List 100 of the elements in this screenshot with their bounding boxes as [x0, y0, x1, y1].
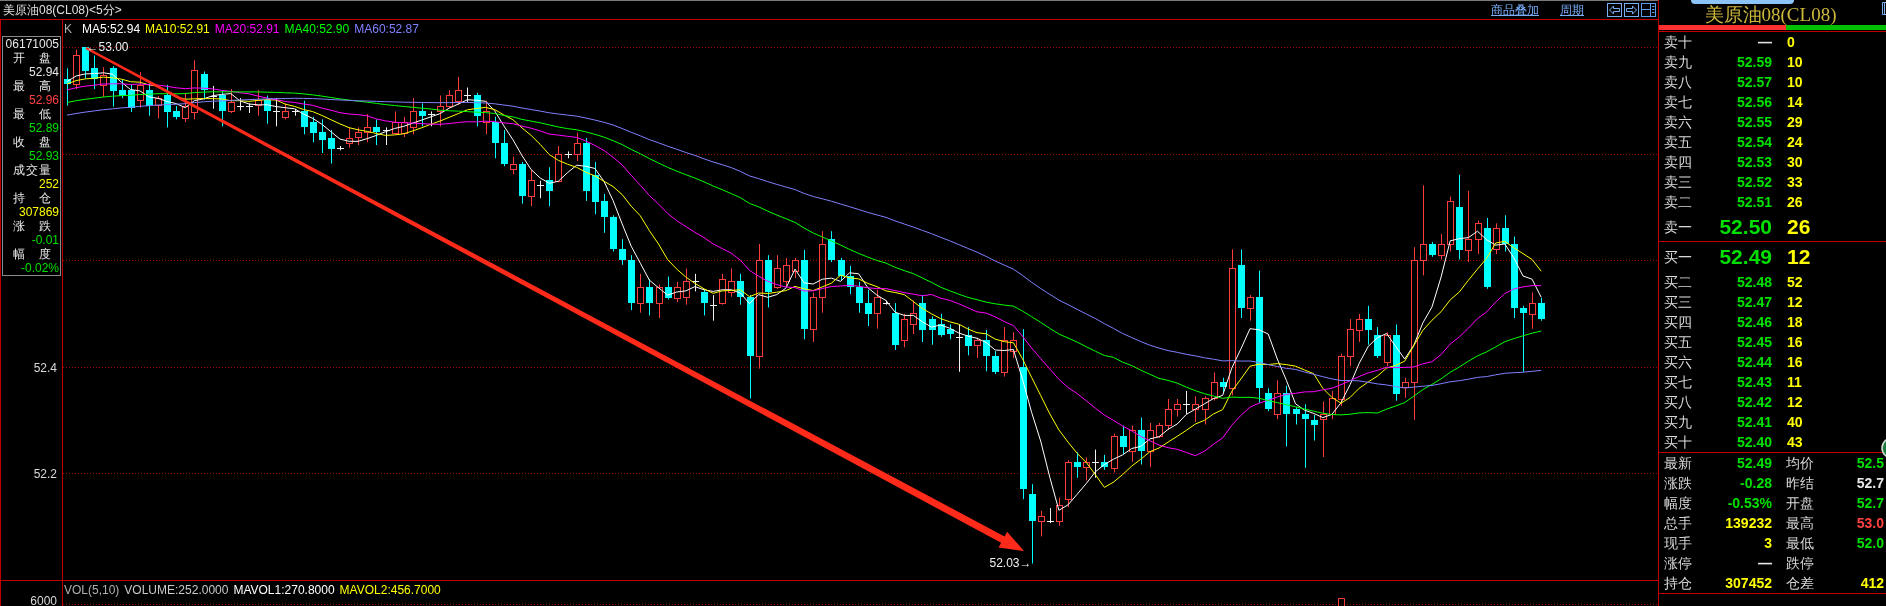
doji-candle	[1091, 449, 1100, 479]
doji-candle	[691, 273, 700, 292]
info-value: 307869	[18, 205, 59, 219]
quote-field-label: 跌停	[1786, 555, 1814, 571]
bid-price: 52.45	[1736, 334, 1772, 350]
quote-field-label: 最新	[1664, 455, 1692, 471]
ask-volume: 10	[1787, 74, 1803, 90]
axis-label: 6000	[30, 594, 57, 606]
volume-bar	[1338, 598, 1345, 606]
quote-field-label: 仓差	[1786, 575, 1814, 591]
doji-candle	[882, 300, 891, 306]
quote-title: 美原油08(CL08)	[1704, 5, 1837, 25]
doji-candle	[564, 150, 573, 159]
ask-price: 52.53	[1736, 154, 1772, 170]
bid-label: 买二	[1664, 274, 1692, 290]
quote-field-label: 持仓	[1664, 575, 1692, 591]
bid-label: 买四	[1664, 314, 1692, 330]
bid-volume: 11	[1787, 374, 1802, 390]
bid-volume: 16	[1787, 334, 1803, 350]
bid-label: 买七	[1664, 374, 1692, 390]
bid-label: 买九	[1664, 414, 1692, 430]
info-label: 最 低	[13, 107, 51, 121]
ask-volume: 33	[1787, 174, 1803, 190]
quote-field-label: 均价	[1786, 455, 1814, 471]
ask-price: —	[1758, 34, 1772, 50]
quote-field-value: 53.0	[1856, 515, 1884, 531]
bid-volume: 18	[1787, 314, 1803, 330]
ask-volume: 0	[1787, 34, 1795, 50]
ask-volume: 24	[1787, 134, 1803, 150]
bid-price: 52.42	[1736, 394, 1772, 410]
info-value: 52.94	[28, 65, 59, 79]
bid-label: 买十	[1664, 434, 1692, 450]
quote-field-label: 最高	[1786, 515, 1814, 531]
bid-price: 52.46	[1736, 314, 1772, 330]
right-arrow-icon[interactable]	[1624, 3, 1639, 17]
axis-label: 52.2	[33, 466, 57, 481]
info-value: 252	[38, 177, 59, 191]
ask-price: 52.59	[1736, 54, 1772, 70]
toolbar-link[interactable]: 商品叠加	[1491, 2, 1539, 18]
volume-indicator-label: VOL(5,10)	[64, 583, 120, 597]
info-label: 成交量	[13, 163, 51, 177]
bid-volume: 52	[1787, 274, 1803, 290]
ask-volume: 26	[1787, 194, 1803, 210]
quote-field-label: 开盘	[1786, 495, 1814, 511]
bid-label: 买八	[1664, 394, 1692, 410]
quote-field-label: 涨跌	[1664, 475, 1692, 491]
split-view-icon[interactable]	[1641, 3, 1656, 17]
ask-label: 卖九	[1664, 54, 1692, 70]
doji-candle	[209, 85, 218, 110]
ask-price: 52.57	[1736, 74, 1772, 90]
axis-label: 52.4	[33, 360, 57, 375]
quote-field-value: -0.53%	[1727, 495, 1772, 511]
tab-handle[interactable]	[1691, 0, 1794, 4]
quote-field-value: 139232	[1725, 515, 1772, 531]
doji-candle	[955, 323, 964, 373]
quote-field-value: —	[1758, 555, 1772, 571]
bar-time: 06171005	[5, 37, 59, 51]
quote-field-value: 52.5	[1856, 455, 1884, 471]
ask-price: 52.50	[1719, 214, 1772, 239]
bid-volume: 40	[1787, 414, 1803, 430]
ask-label: 卖五	[1664, 134, 1692, 150]
info-value: 52.89	[28, 121, 59, 135]
panel-icon[interactable]	[1882, 2, 1886, 15]
bid-price: 52.43	[1736, 374, 1772, 390]
indicator-label: MA60:52.87	[354, 22, 419, 36]
doji-candle	[1182, 390, 1191, 415]
quote-field-label: 现手	[1664, 535, 1692, 551]
doji-candle	[1046, 507, 1055, 524]
volume-indicator-label: MAVOL1:270.8000	[233, 583, 335, 597]
bid-volume: 16	[1787, 354, 1803, 370]
chart-type-label: K	[64, 22, 72, 36]
bid-volume: 12	[1787, 394, 1803, 410]
indicator-label: MA20:52.91	[214, 22, 280, 36]
ask-volume: 29	[1787, 114, 1803, 130]
toolbar-link[interactable]: 周期	[1560, 2, 1584, 18]
doji-candle	[336, 145, 345, 151]
ask-volume: 14	[1787, 94, 1803, 110]
quote-field-label: 幅度	[1664, 495, 1692, 511]
ask-price: 52.55	[1736, 114, 1772, 130]
info-label: 幅 度	[13, 247, 51, 261]
ask-label: 卖四	[1664, 154, 1692, 170]
quote-field-value: 52.7	[1856, 495, 1884, 511]
bid-volume: 12	[1787, 294, 1803, 310]
quote-field-label: 昨结	[1786, 475, 1814, 491]
doji-candle	[709, 294, 718, 322]
quote-field-value: 307452	[1725, 575, 1772, 591]
quote-field-label: 最低	[1786, 535, 1814, 551]
low-price-label: 52.03→	[989, 555, 1032, 570]
quote-field-value: 52.49	[1736, 455, 1772, 471]
high-price-label: ←53.00	[86, 40, 129, 54]
ask-price: 52.51	[1736, 194, 1772, 210]
info-value: -0.01	[31, 233, 59, 247]
ask-label: 卖二	[1664, 194, 1692, 210]
left-arrow-icon[interactable]	[1607, 3, 1622, 17]
ask-volume: 26	[1787, 214, 1811, 239]
bid-price: 52.41	[1736, 414, 1772, 430]
bid-price: 52.44	[1736, 354, 1772, 370]
quote-field-value: -0.28	[1740, 475, 1772, 491]
bid-price: 52.49	[1719, 245, 1772, 269]
indicator-label: MA10:52.91	[145, 22, 210, 36]
